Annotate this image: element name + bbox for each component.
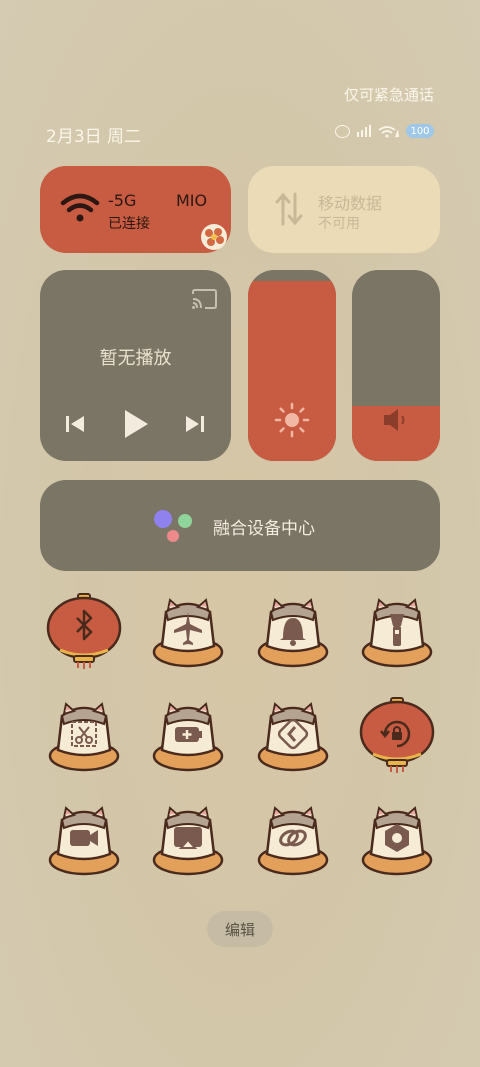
toggle-vpn[interactable] (253, 694, 333, 774)
status-icons: 100 (335, 124, 434, 138)
device-center-label: 融合设备中心 (213, 519, 315, 539)
bell-icon (257, 598, 329, 668)
wifi-band: 5G (113, 191, 137, 210)
wifi-network-name: MIO (176, 191, 208, 210)
toggle-battery-saver[interactable] (148, 694, 228, 774)
toggle-bluetooth[interactable] (44, 590, 124, 671)
toggle-settings[interactable] (357, 798, 437, 878)
battery-plus-icon (152, 702, 224, 772)
signal-5g-icon (356, 124, 372, 138)
edit-button[interactable]: 编辑 (207, 911, 273, 947)
vpn-icon (257, 702, 329, 772)
toggle-rotation-lock[interactable] (357, 694, 437, 775)
mobile-data-title: 移动数据 (318, 194, 383, 213)
wifi-title: -5G (108, 191, 137, 210)
flashlight-icon (361, 598, 433, 668)
toggle-link[interactable] (253, 798, 333, 878)
sun-icon (274, 402, 310, 438)
toggle-ring[interactable] (253, 590, 333, 670)
date-text: 2月3日 周二 (46, 127, 142, 147)
battery-icon: 100 (406, 124, 434, 138)
toggle-airplane[interactable] (148, 590, 228, 670)
play-icon[interactable] (121, 408, 151, 440)
toggle-cast[interactable] (148, 798, 228, 878)
alarm-icon (335, 124, 350, 138)
wifi-status-icon (378, 124, 400, 138)
speaker-icon (384, 409, 405, 431)
media-title: 暂无播放 (99, 348, 172, 369)
emergency-call-text: 仅可紧急通话 (343, 86, 434, 104)
toggle-flashlight[interactable] (357, 590, 437, 670)
video-camera-icon (48, 806, 120, 876)
next-icon[interactable] (184, 413, 206, 435)
bluetooth-icon (46, 592, 122, 671)
wifi-icon (60, 193, 100, 222)
cast-screen-icon[interactable] (190, 288, 218, 310)
wifi-status: 已连接 (108, 216, 150, 232)
rotation-lock-icon (359, 696, 435, 775)
scissors-icon (48, 702, 120, 772)
mobile-data-status: 不可用 (318, 216, 360, 232)
flower-icon (201, 224, 227, 250)
toggle-screenshot[interactable] (44, 694, 124, 774)
link-icon (257, 806, 329, 876)
previous-icon[interactable] (64, 413, 86, 435)
device-center-icon (154, 510, 192, 542)
toggle-screen-record[interactable] (44, 798, 124, 878)
hexagon-nut-icon (361, 806, 433, 876)
airplane-icon (152, 598, 224, 668)
data-arrows-icon (275, 192, 303, 226)
cast-icon (152, 806, 224, 876)
